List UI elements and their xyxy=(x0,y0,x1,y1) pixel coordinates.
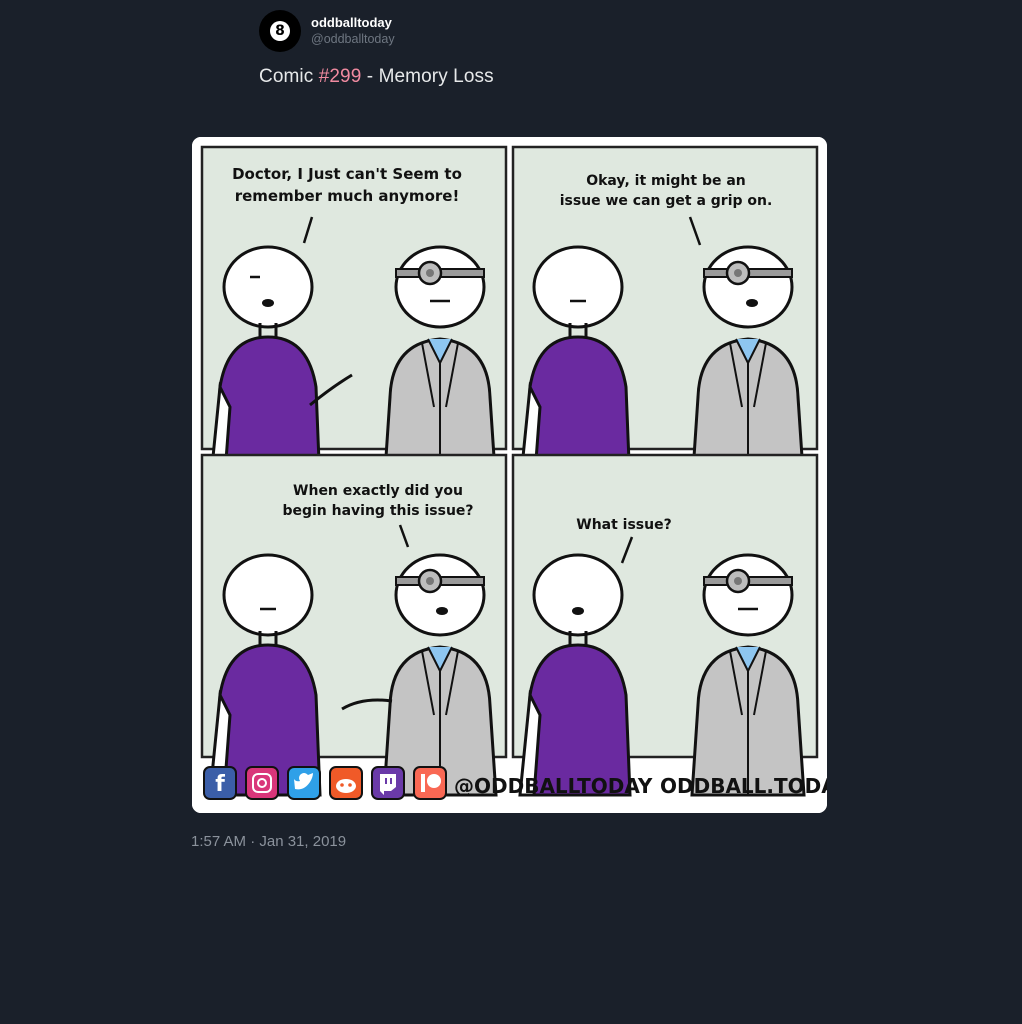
panel-2-line-2: issue we can get a grip on. xyxy=(560,193,773,209)
account-names: oddballtoday @oddballtoday xyxy=(311,15,395,48)
panel-4-line-1: What issue? xyxy=(576,517,671,533)
instagram-icon[interactable] xyxy=(245,766,279,800)
hashtag-link[interactable]: #299 xyxy=(319,66,362,87)
comic-panel-3: When exactly did you begin having this i… xyxy=(200,453,508,797)
footer-handle: @ODDBALLTODAY xyxy=(454,774,653,798)
panel-3-line-1: When exactly did you xyxy=(293,483,463,499)
avatar[interactable]: 8 xyxy=(259,10,301,52)
account-handle[interactable]: @oddballtoday xyxy=(311,32,395,47)
comic-panel-4: What issue? xyxy=(511,453,819,797)
comic-image[interactable]: Doctor, I Just can't Seem to remember mu… xyxy=(192,137,827,813)
comic-panel-2: Okay, it might be an issue we can get a … xyxy=(511,145,819,489)
panel-2-line-1: Okay, it might be an xyxy=(586,173,746,189)
footer-site: ODDBALL.TODAY xyxy=(660,774,827,798)
panel-1-line-2: remember much anymore! xyxy=(235,187,460,205)
reddit-icon[interactable] xyxy=(329,766,363,800)
facebook-icon[interactable]: f xyxy=(203,766,237,800)
tweet-text: Comic #299 - Memory Loss xyxy=(259,66,494,88)
display-name[interactable]: oddballtoday xyxy=(311,15,395,31)
tweet-header: 8 oddballtoday @oddballtoday xyxy=(259,10,395,52)
patreon-icon[interactable] xyxy=(413,766,447,800)
twitch-icon[interactable] xyxy=(371,766,405,800)
eight-ball-icon: 8 xyxy=(270,21,290,41)
svg-text:f: f xyxy=(215,772,225,797)
tweet-text-prefix: Comic xyxy=(259,66,319,87)
tweet-text-suffix: - Memory Loss xyxy=(361,66,494,87)
timestamp[interactable]: 1:57 AM · Jan 31, 2019 xyxy=(191,833,346,850)
panel-3-line-2: begin having this issue? xyxy=(282,503,473,519)
panel-1-line-1: Doctor, I Just can't Seem to xyxy=(232,165,462,183)
twitter-icon[interactable] xyxy=(287,766,321,800)
comic-panel-1: Doctor, I Just can't Seem to remember mu… xyxy=(200,145,508,489)
